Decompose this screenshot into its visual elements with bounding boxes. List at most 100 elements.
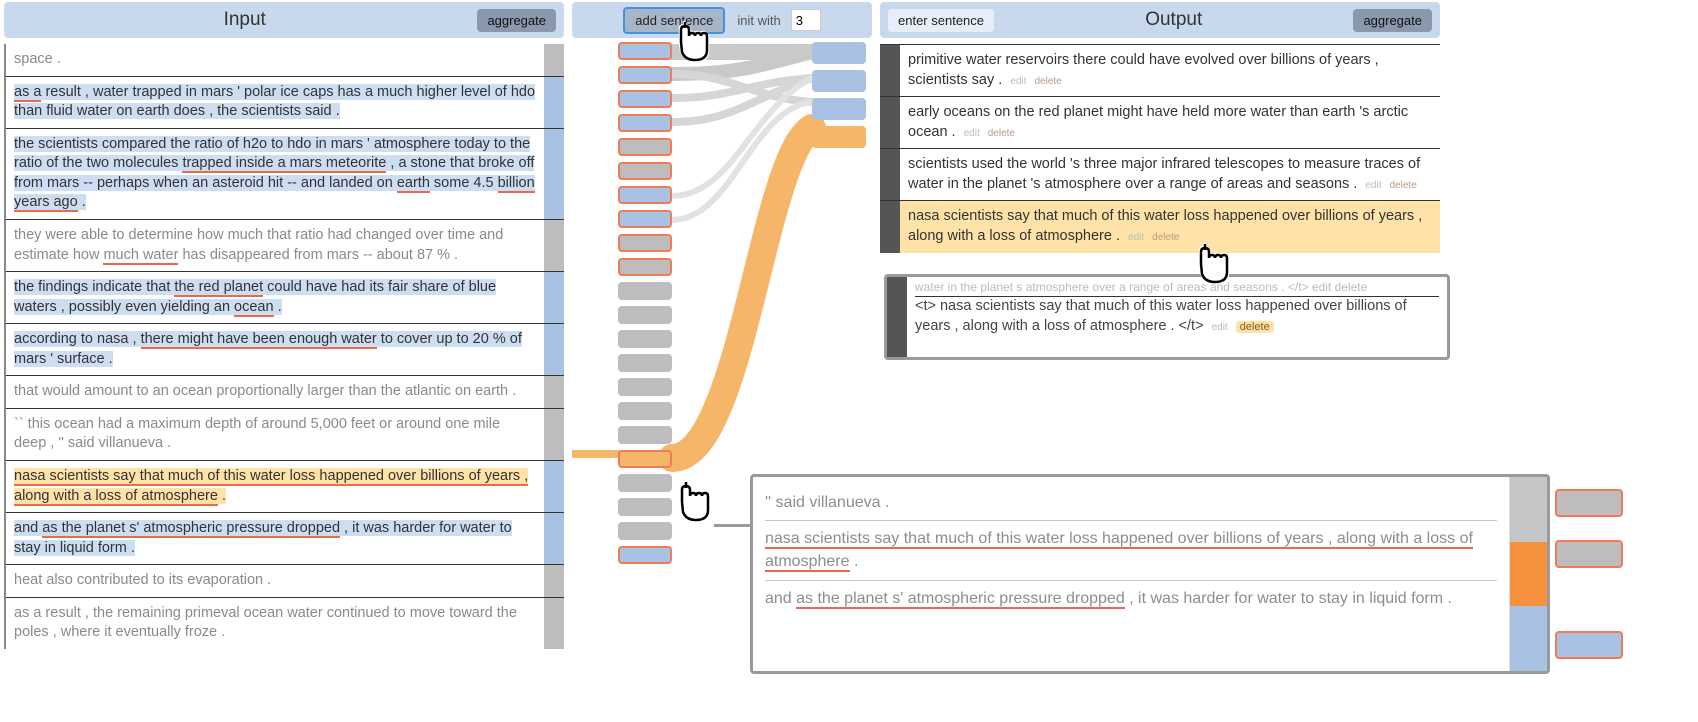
input-row-text: they were able to determine how much tha… [6,220,544,271]
init-with-input[interactable] [791,9,821,31]
add-sentence-button[interactable]: add sentence [623,7,725,34]
enter-sentence-button[interactable]: enter sentence [888,9,994,32]
input-row-text: the findings indicate that the red plane… [6,272,544,323]
input-row[interactable]: that would amount to an ocean proportion… [6,375,564,408]
proxy-box[interactable] [618,90,672,108]
proxy-box[interactable] [618,546,672,564]
delete-button[interactable]: delete [1390,180,1417,191]
input-row[interactable]: space . [6,44,564,76]
big-inset-row: and as the planet s' atmospheric pressur… [765,580,1497,616]
proxy-box[interactable] [618,186,672,204]
big-inset: '' said villanueva .nasa scientists say … [750,474,1550,674]
middle-header: add sentence init with [572,2,872,38]
proxy-box[interactable] [618,282,672,300]
output-row-bar [880,149,900,200]
input-row-text: heat also contributed to its evaporation… [6,565,544,597]
barseg-blue [1510,606,1547,671]
input-row-bar [544,409,564,460]
output-row-text: early oceans on the red planet might hav… [900,97,1440,148]
proxy-right [812,42,866,154]
big-inset-row: '' said villanueva . [765,485,1497,520]
proxy-box[interactable] [618,138,672,156]
proxy-box[interactable] [812,42,866,64]
input-body: space .as a result , water trapped in ma… [4,44,564,649]
output-row[interactable]: scientists used the world 's three major… [880,148,1440,200]
proxy-box[interactable] [618,378,672,396]
proxy-box[interactable] [618,498,672,516]
input-row-text: and as the planet s' atmospheric pressur… [6,513,544,564]
input-panel: Input aggregate space .as a result , wat… [4,2,564,649]
output-title: Output [994,9,1353,31]
input-row-text: nasa scientists say that much of this wa… [6,461,544,512]
input-row[interactable]: `` this ocean had a maximum depth of aro… [6,408,564,460]
proxy-box[interactable] [618,354,672,372]
big-inset-text: '' said villanueva .nasa scientists say … [753,477,1509,671]
edit-button[interactable]: edit [1365,180,1381,191]
proxy-box[interactable] [618,474,672,492]
input-aggregate-button[interactable]: aggregate [477,9,556,32]
input-header: Input aggregate [4,2,564,38]
input-row[interactable]: they were able to determine how much tha… [6,219,564,271]
input-row[interactable]: nasa scientists say that much of this wa… [6,460,564,512]
proxy-box[interactable] [618,450,672,468]
proxy-box[interactable] [812,98,866,120]
output-row[interactable]: early oceans on the red planet might hav… [880,96,1440,148]
proxy-box[interactable] [1555,540,1623,568]
edit-button[interactable]: edit [1212,322,1228,333]
proxy-box[interactable] [618,42,672,60]
proxy-box[interactable] [618,234,672,252]
input-row-text: that would amount to an ocean proportion… [6,376,544,408]
output-inset-clipped: water in the planet s atmosphere over a … [915,279,1439,297]
output-aggregate-button[interactable]: aggregate [1353,9,1432,32]
input-row-bar [544,376,564,408]
input-row[interactable]: and as the planet s' atmospheric pressur… [6,512,564,564]
barseg [1510,477,1547,542]
proxy-box[interactable] [618,114,672,132]
input-row-bar [544,513,564,564]
proxy-box[interactable] [618,210,672,228]
proxy-left [618,42,672,570]
output-row[interactable]: nasa scientists say that much of this wa… [880,200,1440,252]
input-row[interactable]: according to nasa , there might have bee… [6,323,564,375]
input-row[interactable]: heat also contributed to its evaporation… [6,564,564,597]
edit-button[interactable]: edit [1128,232,1144,243]
proxy-box[interactable] [618,402,672,420]
inset-connector [714,524,750,527]
output-inset-text: <t> nasa scientists say that much of thi… [915,298,1407,334]
input-row-bar [544,565,564,597]
delete-button[interactable]: delete [1034,76,1061,87]
edit-button[interactable]: edit [1010,76,1026,87]
proxy-box[interactable] [812,126,866,148]
input-row-text: according to nasa , there might have bee… [6,324,544,375]
input-row[interactable]: as a result , water trapped in mars ' po… [6,76,564,128]
proxy-box[interactable] [1555,631,1623,659]
output-inset-bar [887,277,907,357]
edit-button[interactable]: edit [964,128,980,139]
input-row-bar [544,461,564,512]
proxy-box[interactable] [618,162,672,180]
input-row[interactable]: the scientists compared the ratio of h2o… [6,128,564,219]
proxy-box[interactable] [618,66,672,84]
input-row[interactable]: as a result , the remaining primeval oce… [6,597,564,649]
delete-button[interactable]: delete [988,128,1015,139]
output-row-bar [880,45,900,96]
output-row[interactable]: primitive water reservoirs there could h… [880,44,1440,96]
proxy-box[interactable] [812,70,866,92]
delete-button[interactable]: delete [1152,232,1179,243]
proxy-box[interactable] [618,258,672,276]
input-row[interactable]: the findings indicate that the red plane… [6,271,564,323]
delete-button[interactable]: delete [1236,321,1274,333]
big-inset-row: nasa scientists say that much of this wa… [765,520,1497,579]
input-row-bar [544,44,564,76]
init-with-label: init with [737,13,780,28]
proxy-box[interactable] [618,306,672,324]
output-body: primitive water reservoirs there could h… [880,44,1440,253]
proxy-box[interactable] [1555,489,1623,517]
output-header: enter sentence Output aggregate [880,2,1440,38]
proxy-box[interactable] [618,426,672,444]
input-row-text: `` this ocean had a maximum depth of aro… [6,409,544,460]
proxy-box[interactable] [618,522,672,540]
input-row-bar [544,324,564,375]
proxy-box[interactable] [618,330,672,348]
output-row-text: scientists used the world 's three major… [900,149,1440,200]
